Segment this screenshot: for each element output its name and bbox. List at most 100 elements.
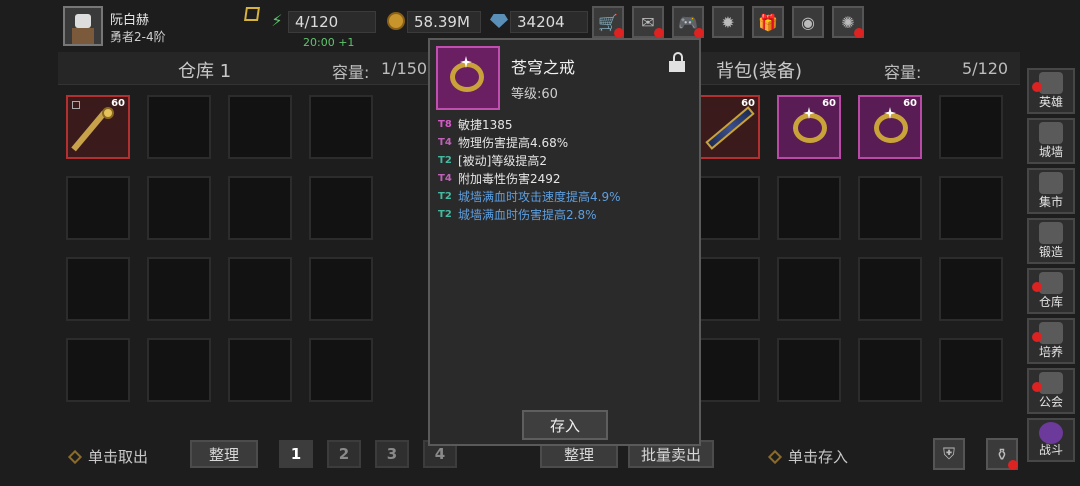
guild-emblem-icon (1039, 372, 1063, 394)
backpack-slot-item[interactable]: 60 (777, 95, 841, 159)
anvil-icon (1039, 222, 1063, 244)
mail-icon[interactable]: ✉ (632, 6, 664, 38)
chest-icon (1039, 272, 1063, 294)
wall-icon (1039, 122, 1063, 144)
store-hint: 单击存入 (767, 446, 848, 467)
warehouse-capacity-value: 1/150 (381, 59, 428, 78)
warehouse-slot[interactable] (309, 176, 373, 240)
backpack-slot[interactable] (696, 176, 760, 240)
shop-cart-icon[interactable]: 🛒 (592, 6, 624, 38)
backpack-slot[interactable] (858, 176, 922, 240)
backpack-slot[interactable] (696, 338, 760, 402)
affix-row: T2 [被动]等级提高2 (438, 154, 547, 168)
item-level: 60 (741, 98, 755, 109)
item-level-label: 等级:60 (511, 87, 558, 102)
store-button[interactable]: 存入 (522, 410, 608, 440)
nav-guild[interactable]: 公会 (1027, 368, 1075, 414)
energy-counter: 4/120 (288, 11, 376, 33)
unlock-icon[interactable] (668, 52, 686, 72)
warehouse-slot[interactable] (147, 176, 211, 240)
backpack-slot[interactable] (939, 176, 1003, 240)
nav-battle[interactable]: 战斗 (1027, 418, 1075, 462)
color-wheel-icon[interactable]: ◉ (792, 6, 824, 38)
diamond-icon (767, 449, 783, 464)
backpack-capacity-label: 容量: (884, 63, 922, 82)
player-rank: 勇者2-4阶 (110, 30, 166, 44)
player-name: 阮白赫 (110, 13, 150, 28)
energy-regen-timer: 20:00 +1 (303, 36, 355, 49)
affix-row: T4 物理伤害提高4.68% (438, 136, 569, 150)
warehouse-slot[interactable] (147, 338, 211, 402)
backpack-slot[interactable] (939, 338, 1003, 402)
edit-name-icon[interactable] (244, 7, 260, 21)
backpack-slot[interactable] (777, 257, 841, 321)
warehouse-slot[interactable] (228, 257, 292, 321)
warehouse-slot[interactable] (147, 257, 211, 321)
nav-hero[interactable]: 英雄 (1027, 68, 1075, 114)
warehouse-slot[interactable] (309, 257, 373, 321)
ring-icon (450, 62, 484, 92)
item-level: 60 (111, 98, 125, 109)
nav-forge[interactable]: 锻造 (1027, 218, 1075, 264)
affix-row: T4 附加毒性伤害2492 (438, 172, 561, 186)
gold-counter: 58.39M (407, 11, 481, 33)
gem-counter: 34204 (510, 11, 588, 33)
nav-warehouse[interactable]: 仓库 (1027, 268, 1075, 314)
player-avatar[interactable] (63, 6, 103, 46)
backpack-capacity-value: 5/120 (962, 59, 1009, 78)
warehouse-slot[interactable] (66, 176, 130, 240)
diamond-icon (67, 449, 83, 464)
backpack-slot-item[interactable]: 60 (696, 95, 760, 159)
backpack-slot[interactable] (939, 95, 1003, 159)
item-level: 60 (903, 98, 917, 109)
gem-icon (490, 14, 508, 28)
take-out-hint: 单击取出 (67, 446, 148, 467)
affix-row: T8 敏捷1385 (438, 118, 513, 132)
settings-gear-icon[interactable]: ✹ (712, 6, 744, 38)
warehouse-title: 仓库 1 (178, 61, 232, 82)
backpack-slot[interactable] (858, 257, 922, 321)
potion-filter-icon[interactable]: ⚱ (986, 438, 1018, 470)
warehouse-slot[interactable] (147, 95, 211, 159)
sort-warehouse-button[interactable]: 整理 (190, 440, 258, 468)
warehouse-slot[interactable] (228, 95, 292, 159)
warehouse-slot[interactable] (66, 338, 130, 402)
warehouse-slot[interactable] (309, 338, 373, 402)
warehouse-slot[interactable] (66, 257, 130, 321)
item-level: 60 (822, 98, 836, 109)
backpack-slot-item[interactable]: 60 (858, 95, 922, 159)
armor-filter-icon[interactable]: ⛨ (933, 438, 965, 470)
ring-icon (793, 113, 827, 143)
warehouse-slot[interactable] (228, 338, 292, 402)
nav-cultivate[interactable]: 培养 (1027, 318, 1075, 364)
nav-market[interactable]: 集市 (1027, 168, 1075, 214)
market-stall-icon (1039, 172, 1063, 194)
sword-icon (705, 106, 755, 150)
affix-row: T2 城墙满血时攻击速度提高4.9% (438, 190, 621, 204)
warehouse-header (58, 52, 436, 85)
staff-icon (71, 110, 107, 152)
lock-icon (72, 101, 80, 109)
warehouse-slot[interactable] (309, 95, 373, 159)
gift-icon[interactable]: 🎁 (752, 6, 784, 38)
page-3-button[interactable]: 3 (375, 440, 409, 468)
warehouse-slot[interactable] (228, 176, 292, 240)
nav-wall[interactable]: 城墙 (1027, 118, 1075, 164)
affix-row: T2 城墙满血时伤害提高2.8% (438, 208, 597, 222)
page-2-button[interactable]: 2 (327, 440, 361, 468)
page-1-button[interactable]: 1 (279, 440, 313, 468)
backpack-slot[interactable] (777, 338, 841, 402)
trophy-icon (1039, 322, 1063, 344)
firework-icon[interactable]: ✺ (832, 6, 864, 38)
backpack-title: 背包(装备) (716, 61, 803, 82)
backpack-slot[interactable] (777, 176, 841, 240)
backpack-slot[interactable] (696, 257, 760, 321)
backpack-slot[interactable] (939, 257, 1003, 321)
warehouse-capacity-label: 容量: (332, 63, 370, 82)
helmet-icon (1039, 72, 1063, 94)
backpack-slot[interactable] (858, 338, 922, 402)
warehouse-slot-item[interactable]: 60 (66, 95, 130, 159)
item-icon (436, 46, 500, 110)
item-name: 苍穹之戒 (511, 58, 576, 77)
gamepad-icon[interactable]: 🎮 (672, 6, 704, 38)
